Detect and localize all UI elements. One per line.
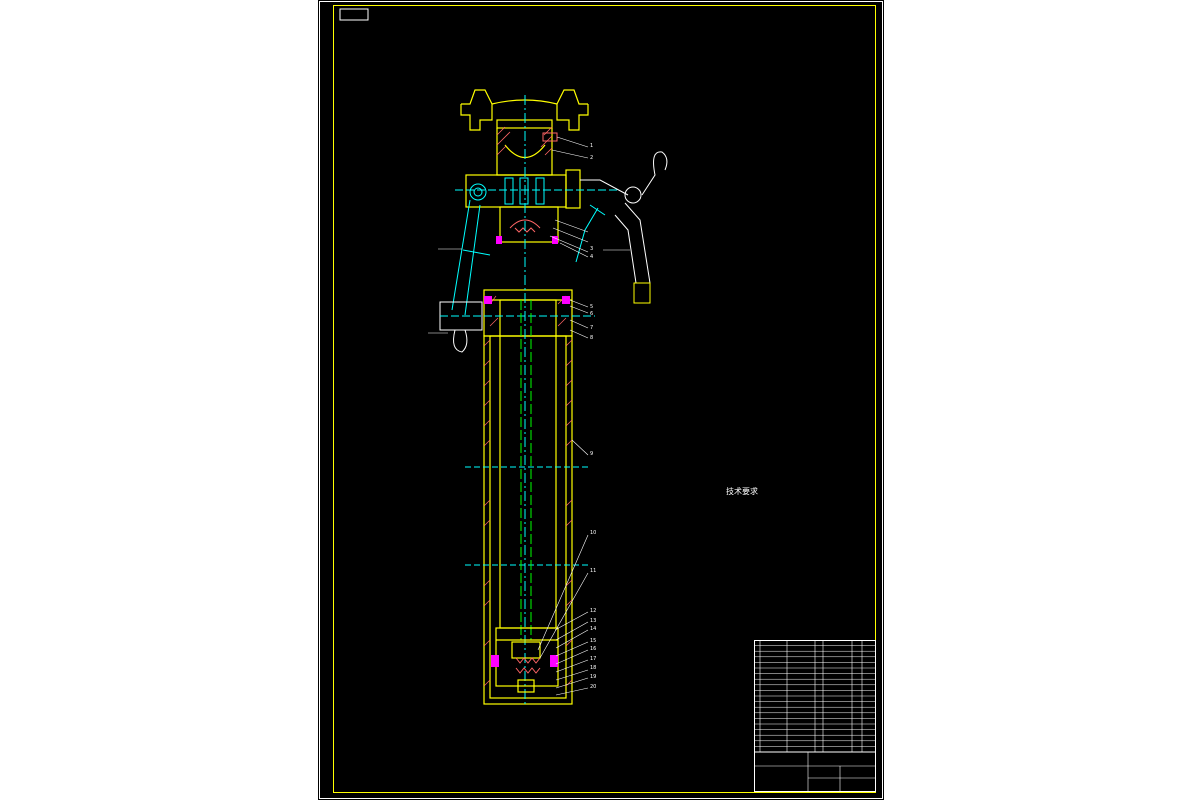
title-block [754, 640, 876, 792]
cad-canvas: 1 2 3 4 5 6 7 8 9 10 11 12 13 14 15 16 17 18 19 20 技术要求 [0, 0, 1200, 800]
parts-list-columns [754, 640, 876, 792]
